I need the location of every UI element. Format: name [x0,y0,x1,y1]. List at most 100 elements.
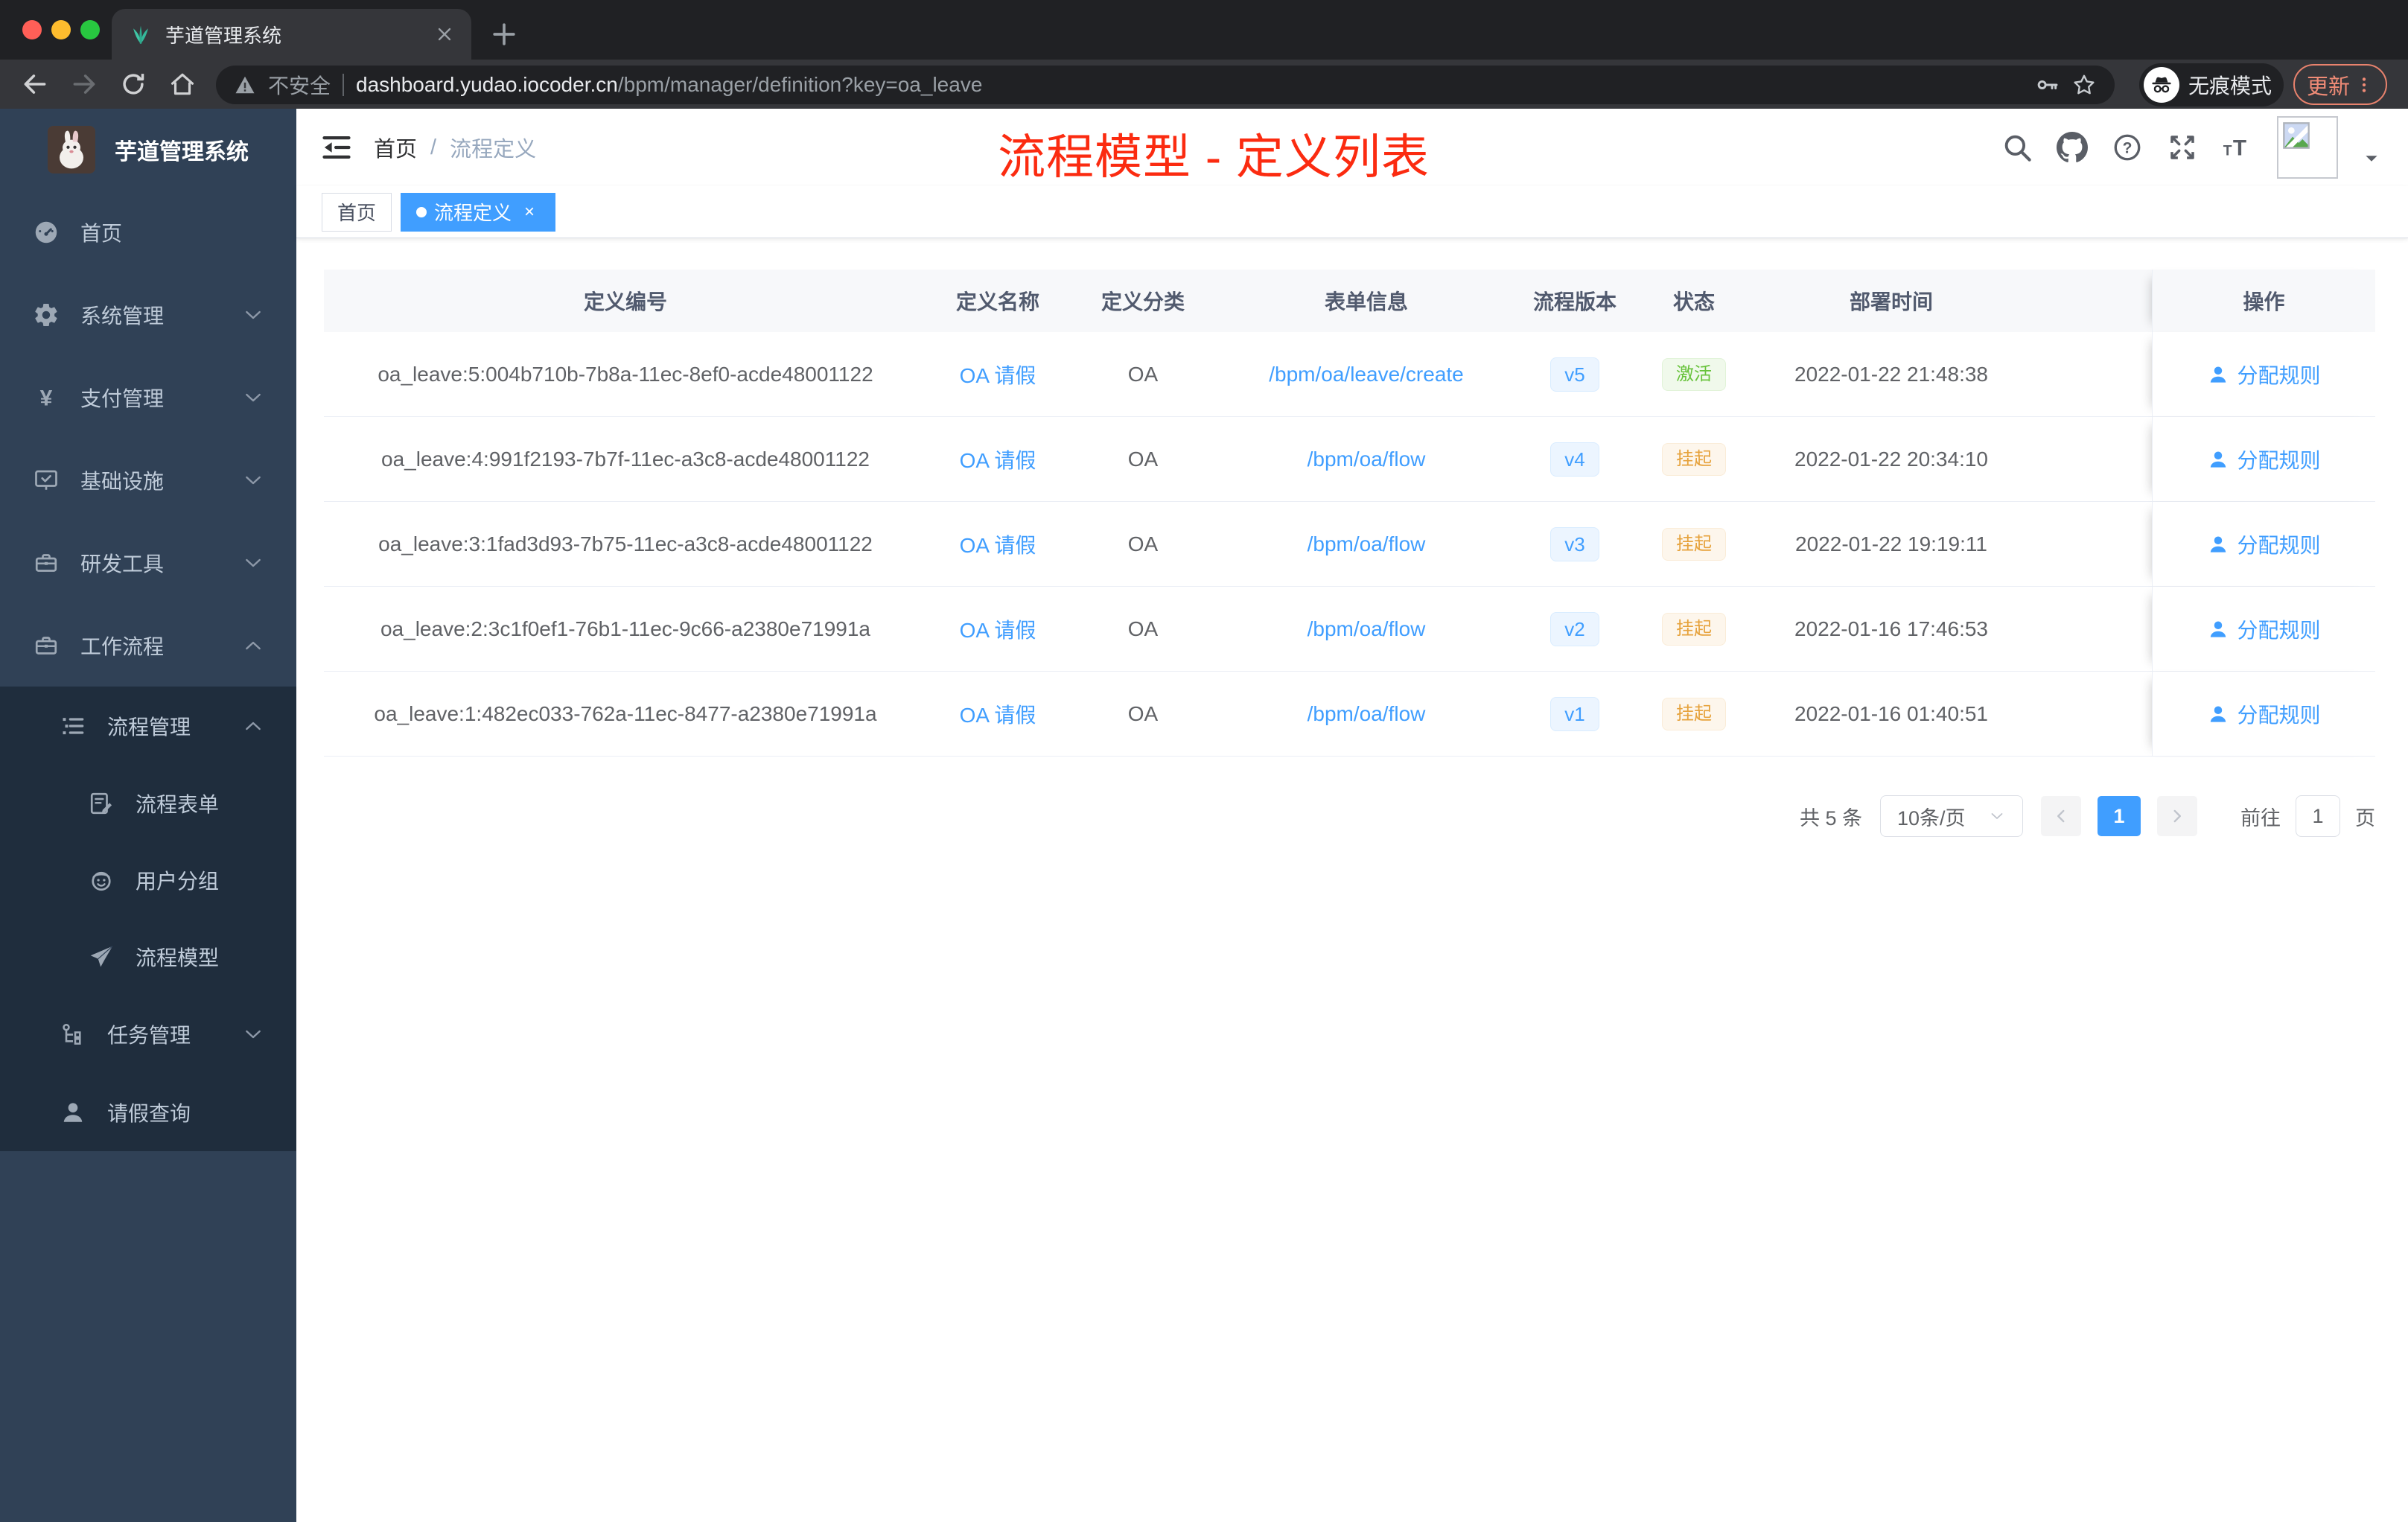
sidebar-item-process-model[interactable]: 流程模型 [0,918,296,995]
sidebar-item-process-mgmt[interactable]: 流程管理 [0,687,296,765]
sidebar-logo-row[interactable]: 芋道管理系统 [0,109,296,191]
user-icon [60,1099,86,1126]
page-content: 定义编号 定义名称 定义分类 表单信息 流程版本 状态 部署时间 操作 oa_leave:5:… [296,238,2408,1522]
tab-close-icon[interactable] [434,24,455,45]
home-icon[interactable] [168,70,197,98]
new-tab-button[interactable] [488,18,520,51]
browser-tab-strip: 芋道管理系统 [0,0,2408,60]
assign-rule-link[interactable]: 分配规则 [2207,699,2321,729]
app-logo-avatar [48,126,95,173]
column-header: 表单信息 [1217,270,1515,332]
sidebar-item-leave-query[interactable]: 请假查询 [0,1073,296,1151]
key-icon[interactable] [2036,73,2060,97]
tag-process-definition[interactable]: 流程定义 × [401,192,556,232]
pagination-total: 共 5 条 [1799,806,1862,830]
cell-actions: 分配规则 [2152,672,2375,756]
version-badge: v5 [1550,357,1599,392]
sidebar-item-task-mgmt[interactable]: 任务管理 [0,995,296,1073]
briefcase-icon [33,632,60,659]
search-icon[interactable] [2001,132,2033,163]
assign-rule-link[interactable]: 分配规则 [2207,360,2321,389]
sidebar-item-workflow[interactable]: 工作流程 [0,604,296,687]
cell-form-info: /bpm/oa/leave/create [1217,332,1515,416]
definition-name-link[interactable]: OA 请假 [960,529,1036,559]
sidebar-item-process-form[interactable]: 流程表单 [0,765,296,841]
fullscreen-icon[interactable] [2167,132,2198,163]
cell-process-version: v4 [1515,417,1634,501]
sidebar-item-home[interactable]: 首页 [0,191,296,273]
breadcrumb-home[interactable]: 首页 [374,132,417,163]
window-close-button[interactable] [22,20,42,39]
definition-name-link[interactable]: OA 请假 [960,445,1036,474]
avatar-caret-down-icon[interactable] [2362,149,2381,168]
cell-definition-category: OA [1127,447,1159,471]
sidebar-fold-icon[interactable] [320,131,353,164]
yen-icon: ¥ [33,384,60,411]
chevron-down-icon [1988,807,2006,825]
sidebar-item-label: 请假查询 [107,1101,191,1125]
assign-rule-link[interactable]: 分配规则 [2207,529,2321,559]
bookmark-star-icon[interactable] [2071,72,2097,98]
user-icon [2207,363,2229,386]
page-number-1[interactable]: 1 [2098,796,2141,836]
cell-actions: 分配规则 [2152,332,2375,416]
sidebar-item-user-group[interactable]: 用户分组 [0,841,296,918]
definition-name-link[interactable]: OA 请假 [960,699,1036,729]
sidebar-item-system[interactable]: 系统管理 [0,273,296,356]
sidebar-item-payment[interactable]: ¥ 支付管理 [0,356,296,439]
goto-label: 前往 [2240,806,2281,830]
prev-page-button[interactable] [2041,796,2081,836]
back-icon[interactable] [21,70,49,98]
url-domain: dashboard.yudao.iocoder.cn [356,73,618,96]
url-bar[interactable]: 不安全 dashboard.yudao.iocoder.cn/bpm/manag… [216,66,2115,104]
table-row: oa_leave:3:1fad3d93-7b75-11ec-a3c8-acde4… [324,502,2375,587]
page-size-select[interactable]: 10条/页 [1880,795,2023,837]
cell-process-version: v3 [1515,502,1634,586]
reload-icon[interactable] [119,70,147,98]
chevron-down-icon [241,303,265,327]
url-text[interactable]: dashboard.yudao.iocoder.cn/bpm/manager/d… [356,73,2024,97]
font-size-icon[interactable]: TT [2222,132,2253,163]
tag-active-dot [416,206,427,217]
paper-plane-icon [88,943,115,970]
assign-rule-link[interactable]: 分配规则 [2207,445,2321,474]
favicon-plant-icon [128,22,153,47]
form-info-link[interactable]: /bpm/oa/flow [1307,532,1426,556]
assign-rule-link[interactable]: 分配规则 [2207,614,2321,644]
form-info-link[interactable]: /bpm/oa/leave/create [1269,363,1464,386]
form-info-link[interactable]: /bpm/oa/flow [1307,617,1426,641]
sidebar-item-infra[interactable]: 基础设施 [0,439,296,521]
browser-update-button[interactable]: 更新 [2293,64,2387,105]
security-label[interactable]: 不安全 [268,70,331,100]
form-info-link[interactable]: /bpm/oa/flow [1307,448,1426,471]
user-avatar-broken-image[interactable] [2277,116,2338,179]
sidebar-item-devtools[interactable]: 研发工具 [0,521,296,604]
tag-home[interactable]: 首页 [322,192,392,232]
cell-definition-category: OA [1127,617,1159,640]
browser-tab[interactable]: 芋道管理系统 [112,9,471,60]
cell-definition-id: oa_leave:5:004b710b-7b8a-11ec-8ef0-acde4… [378,362,873,386]
top-navbar: 首页 / 流程定义 流程模型 - 定义列表 ? TT [296,109,2408,186]
window-zoom-button[interactable] [80,20,100,39]
help-icon[interactable]: ? [2112,132,2143,163]
definition-name-link[interactable]: OA 请假 [960,614,1036,644]
forward-icon[interactable] [70,70,98,98]
breadcrumb-separator: / [430,135,437,159]
github-icon[interactable] [2057,132,2088,163]
window-minimize-button[interactable] [51,20,71,39]
menu-dots-icon[interactable] [2354,75,2374,95]
tag-close-icon[interactable]: × [519,202,540,223]
chevron-down-icon [241,468,265,492]
sidebar-item-label: 系统管理 [80,304,165,328]
next-page-button[interactable] [2157,796,2197,836]
cell-definition-id: oa_leave:3:1fad3d93-7b75-11ec-a3c8-acde4… [378,532,873,555]
table-body: oa_leave:5:004b710b-7b8a-11ec-8ef0-acde4… [324,332,2375,757]
definition-name-link[interactable]: OA 请假 [960,360,1036,389]
svg-text:T: T [2223,144,2232,159]
breadcrumb-current: 流程定义 [450,138,537,162]
form-info-link[interactable]: /bpm/oa/flow [1307,702,1426,726]
tag-active-label: 流程定义 [434,202,512,224]
cell-definition-id: oa_leave:4:991f2193-7b7f-11ec-a3c8-acde4… [381,447,870,471]
goto-page-input[interactable] [2296,795,2340,837]
cell-status: 挂起 [1634,417,1754,501]
